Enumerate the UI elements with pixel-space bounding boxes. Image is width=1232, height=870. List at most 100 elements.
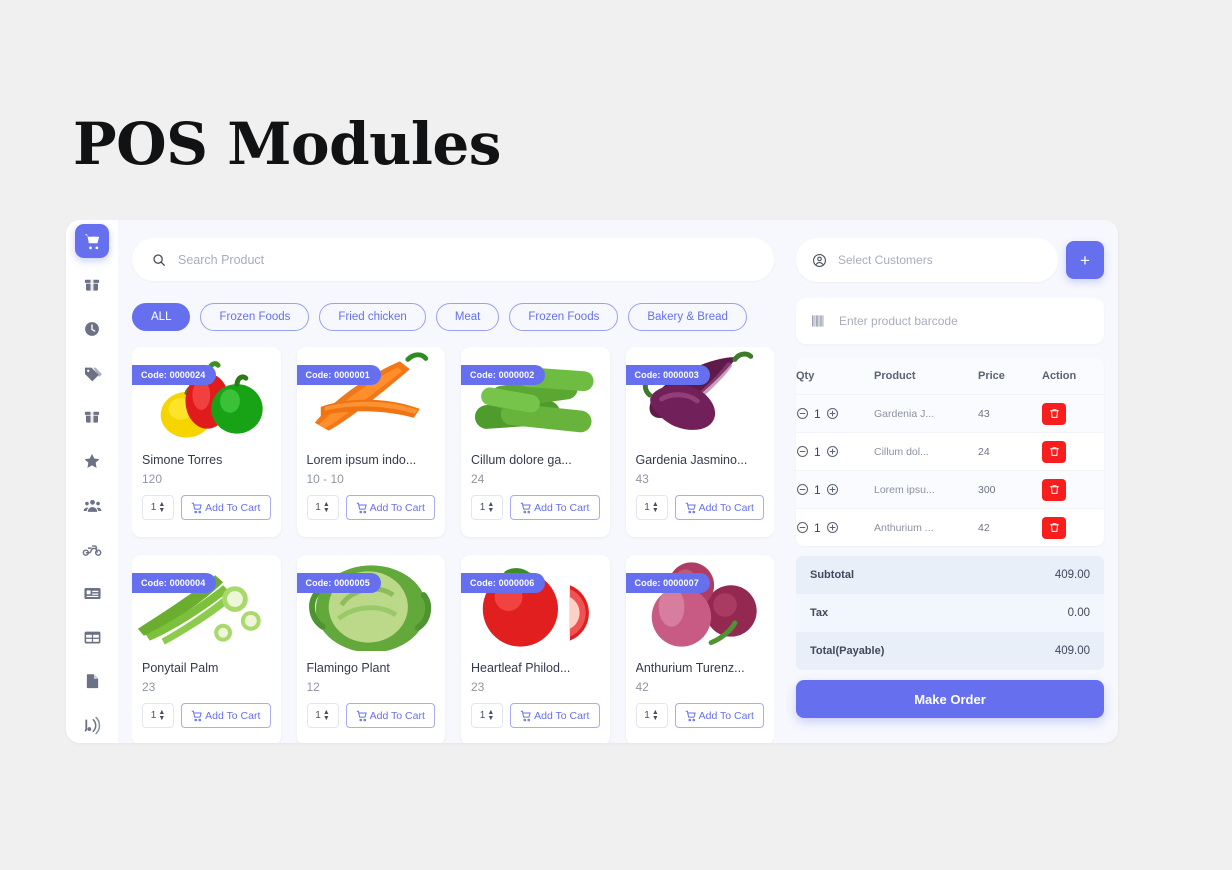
product-price: 12 [306,680,320,695]
sidebar-item-pos[interactable] [75,224,109,258]
customer-select[interactable] [796,238,1058,282]
minus-circle-icon[interactable] [796,445,809,458]
add-to-cart-label: Add To Cart [698,501,754,514]
category-chip[interactable]: Meat [435,303,500,332]
add-to-cart-button[interactable]: Add To Cart [345,495,435,521]
sidebar-item-accounts[interactable] [75,576,109,610]
add-to-cart-button[interactable]: Add To Cart [345,703,435,729]
stepper-arrows-icon[interactable]: ▲ ▼ [323,501,330,514]
minus-circle-icon[interactable] [796,407,809,420]
add-to-cart-button[interactable]: Add To Cart [181,703,271,729]
add-to-cart-button[interactable]: Add To Cart [510,703,600,729]
sidebar-item-products[interactable] [75,268,109,302]
stepper-arrows-icon[interactable]: ▲ ▼ [487,501,494,514]
product-price: 23 [142,680,156,695]
sidebar-item-tables[interactable] [75,620,109,654]
product-card[interactable]: Code: 0000024 Simone Torres 120 1 ▲ ▼ Add To C… [132,347,281,538]
table-icon [83,628,102,647]
box-icon [83,408,101,426]
cart-qty-value: 1 [814,482,821,497]
quantity-stepper[interactable]: 1 ▲ ▼ [635,495,668,521]
product-info: Simone Torres 120 1 ▲ ▼ Add To Cart [132,447,281,537]
quantity-stepper[interactable]: 1 ▲ ▼ [142,495,174,521]
minus-circle-icon[interactable] [796,521,809,534]
quantity-value: 1 [150,502,157,514]
plus-circle-icon[interactable] [826,521,839,534]
plus-circle-icon[interactable] [826,483,839,496]
trash-icon [1049,484,1060,495]
total-row: Total(Payable) 409.00 [796,632,1104,670]
barcode-input[interactable] [839,314,1088,328]
total-value: 0.00 [1067,607,1090,619]
product-image: Code: 0000005 [296,555,446,655]
barcode-icon [812,314,827,328]
sidebar-item-favorites[interactable] [75,444,109,478]
stepper-arrows-icon[interactable]: ▲ ▼ [487,709,494,722]
category-chip[interactable]: Frozen Foods [509,303,619,332]
add-to-cart-label: Add To Cart [698,709,754,722]
add-to-cart-button[interactable]: Add To Cart [510,495,600,521]
delete-row-button[interactable] [1042,440,1066,463]
product-name: Lorem ipsum indo... [306,453,417,468]
cart-column-header-price: Price [978,370,1005,382]
product-card[interactable]: Code: 0000004 Ponytail Palm 23 1 ▲ ▼ Add To Ca… [132,555,281,743]
cart-action-cell [1042,402,1104,425]
quantity-stepper[interactable]: 1 ▲ ▼ [306,495,339,521]
category-chip[interactable]: Fried chicken [319,303,426,332]
category-chip[interactable]: Frozen Foods [200,303,310,332]
sidebar-item-broadcast[interactable] [75,708,109,742]
product-card[interactable]: Code: 0000003 Gardenia Jasmino... 43 1 ▲ ▼ Add… [625,347,774,538]
product-price: 23 [471,680,485,695]
add-to-cart-button[interactable]: Add To Cart [674,495,764,521]
sidebar-item-inventory[interactable] [75,400,109,434]
cart-product-name: Gardenia J... [874,407,935,420]
product-name: Cillum dolore ga... [471,453,572,468]
product-card[interactable]: Code: 0000007 Anthurium Turenz... 42 1 ▲ ▼ Add… [625,555,774,743]
minus-circle-icon[interactable] [796,483,809,496]
stepper-arrows-icon[interactable]: ▲ ▼ [652,501,659,514]
sidebar-item-tags[interactable] [75,356,109,390]
plus-circle-icon[interactable] [826,407,839,420]
search-input[interactable] [178,252,754,267]
sidebar-item-reports[interactable] [75,664,109,698]
category-chip[interactable]: ALL [132,303,191,332]
customer-input[interactable] [838,253,1042,267]
product-image: Code: 0000002 [461,347,610,447]
product-card[interactable]: Code: 0000006 Heartleaf Philod... 23 1 ▲ ▼ Add… [461,555,610,743]
product-card[interactable]: Code: 0000001 Lorem ipsum indo... 10 - 10 1… [296,347,446,538]
cart-qty-stepper[interactable]: 1 [796,407,874,421]
delete-row-button[interactable] [1042,402,1066,425]
cart-qty-stepper[interactable]: 1 [796,521,874,535]
product-card[interactable]: Code: 0000005 Flamingo Plant 12 1 ▲ ▼ Add To C… [296,555,446,743]
category-chip[interactable]: Bakery & Bread [628,303,747,332]
sidebar-item-customers[interactable] [75,488,109,522]
cart-column-header-action: Action [1042,370,1077,382]
cart-qty-stepper[interactable]: 1 [796,483,874,497]
quantity-stepper[interactable]: 1 ▲ ▼ [142,703,174,729]
sidebar-item-history[interactable] [75,312,109,346]
add-to-cart-button[interactable]: Add To Cart [181,495,271,521]
stepper-arrows-icon[interactable]: ▲ ▼ [652,709,659,722]
barcode-field[interactable] [796,298,1104,344]
search-bar[interactable] [132,238,774,282]
add-customer-button[interactable]: + [1066,241,1104,279]
quantity-stepper[interactable]: 1 ▲ ▼ [471,495,503,521]
add-to-cart-button[interactable]: Add To Cart [674,703,764,729]
plus-circle-icon[interactable] [826,445,839,458]
cart-qty-stepper[interactable]: 1 [796,445,874,459]
stepper-arrows-icon[interactable]: ▲ ▼ [158,709,165,722]
trash-icon [1049,522,1060,533]
delete-row-button[interactable] [1042,478,1066,501]
product-card[interactable]: Code: 0000002 Cillum dolore ga... 24 1 ▲ ▼ Add… [461,347,610,538]
sidebar-item-delivery[interactable] [75,532,109,566]
cart-small-icon [191,502,203,514]
quantity-stepper[interactable]: 1 ▲ ▼ [635,703,668,729]
quantity-stepper[interactable]: 1 ▲ ▼ [471,703,503,729]
delete-row-button[interactable] [1042,516,1066,539]
quantity-stepper[interactable]: 1 ▲ ▼ [306,703,339,729]
product-info: Lorem ipsum indo... 10 - 10 1 ▲ ▼ Add To Cart [297,447,446,537]
stepper-arrows-icon[interactable]: ▲ ▼ [158,501,165,514]
stepper-arrows-icon[interactable]: ▲ ▼ [323,709,330,722]
make-order-button[interactable]: Make Order [796,680,1104,718]
product-price: 24 [471,472,485,487]
